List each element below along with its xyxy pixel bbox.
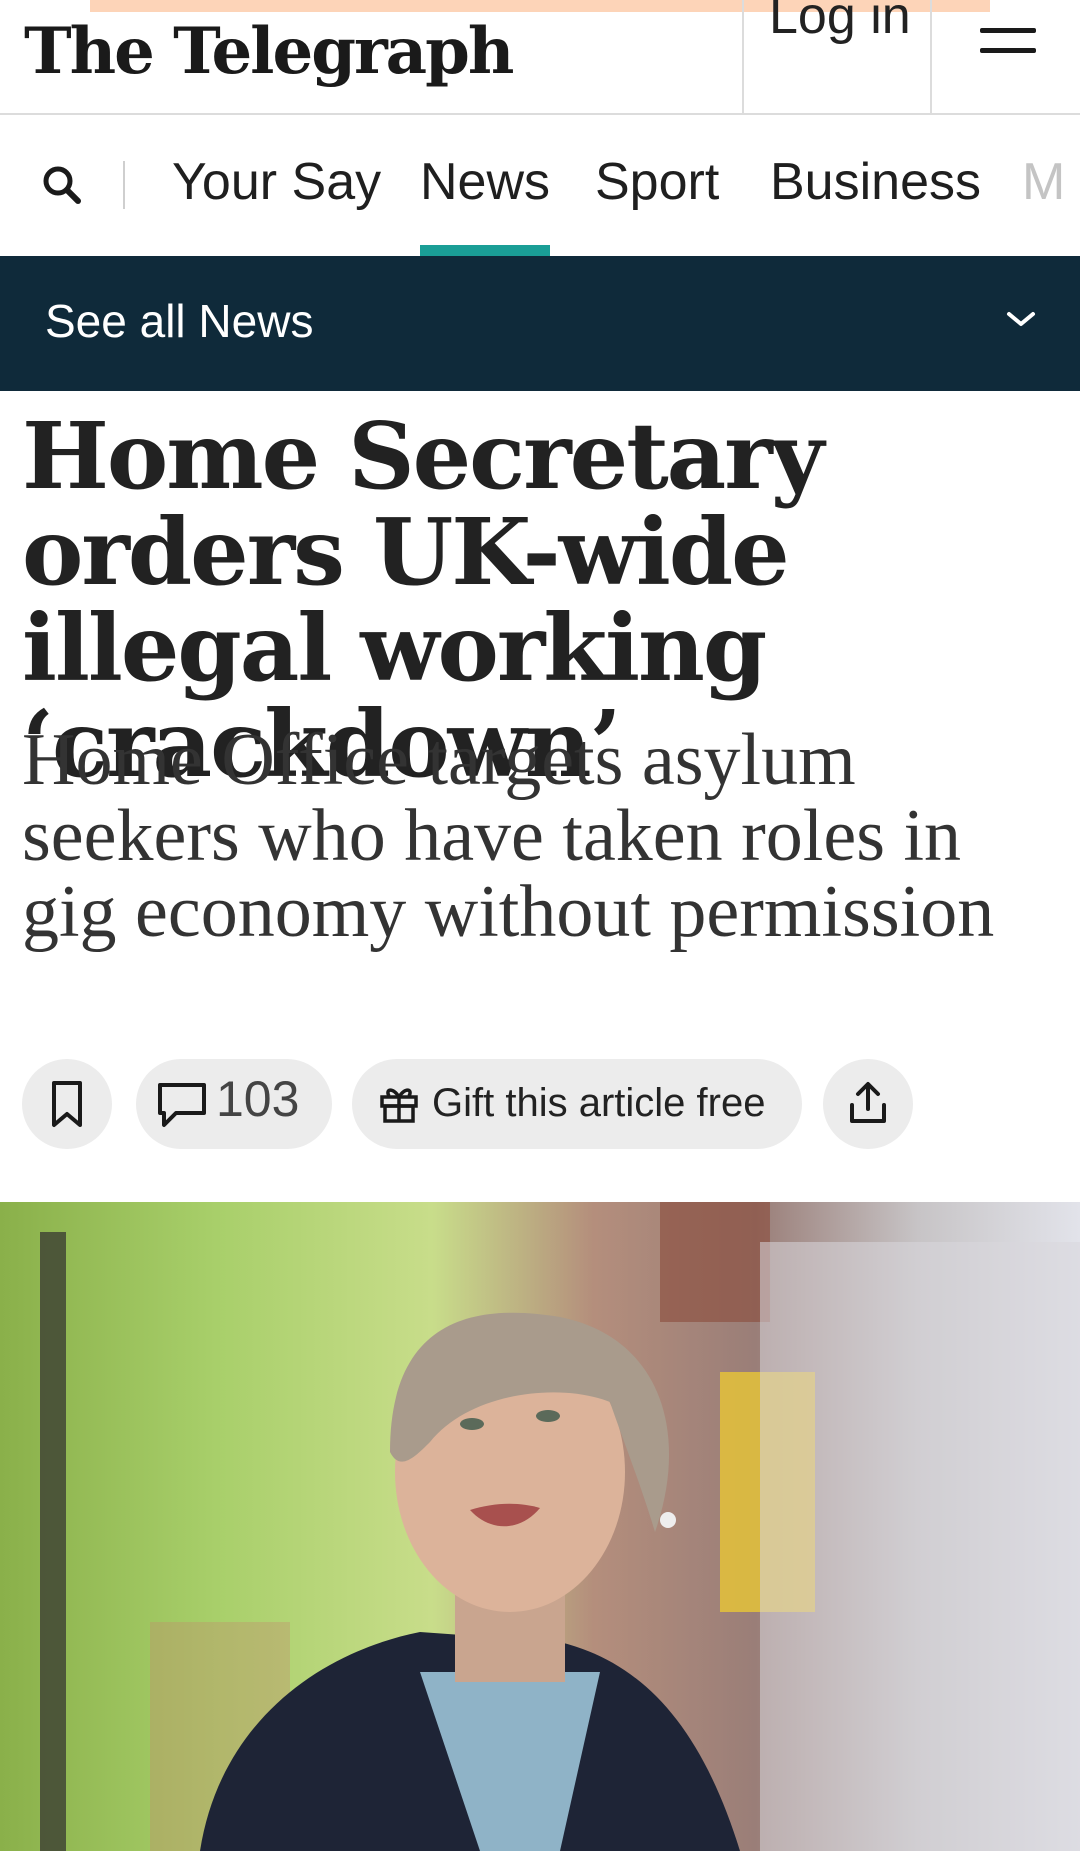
article-standfirst: Home Office targets asylum seekers who h… [22,719,995,953]
bookmark-icon [52,1081,82,1127]
share-button[interactable] [823,1059,913,1149]
hamburger-menu-icon[interactable] [980,28,1036,58]
gift-article-button[interactable]: Gift this article free [352,1059,802,1149]
hero-photo-illustration [40,1202,1080,1851]
nav-item-business[interactable]: Business [770,151,981,213]
gift-icon [380,1088,418,1123]
hero-image[interactable] [0,1202,1080,1851]
article-actions: 103 Gift this article free [22,1059,1062,1151]
comment-icon [158,1083,206,1127]
active-tab-indicator [420,245,550,256]
share-icon [850,1082,886,1123]
nav-item-your-say[interactable]: Your Say [172,151,381,213]
chevron-down-icon[interactable] [1005,308,1037,330]
comments-button[interactable]: 103 [136,1059,332,1149]
search-icon[interactable] [40,163,86,209]
gift-article-label: Gift this article free [432,1081,766,1125]
see-all-news-label: See all News [45,295,314,347]
comments-count: 103 [216,1071,300,1127]
login-label: Log in [769,0,911,45]
login-button[interactable]: Log in [742,0,932,113]
site-logo[interactable]: The Telegraph [24,12,514,92]
section-nav: Your Say News Sport Business M [0,115,1080,256]
nav-item-more-truncated[interactable]: M [1022,151,1065,213]
nav-item-news[interactable]: News [420,151,550,213]
nav-divider [123,161,125,209]
bookmark-button[interactable] [22,1059,112,1149]
masthead: The Telegraph Log in [0,0,1080,115]
see-all-news-dropdown[interactable]: See all News [0,256,1080,391]
nav-item-sport[interactable]: Sport [595,151,719,213]
